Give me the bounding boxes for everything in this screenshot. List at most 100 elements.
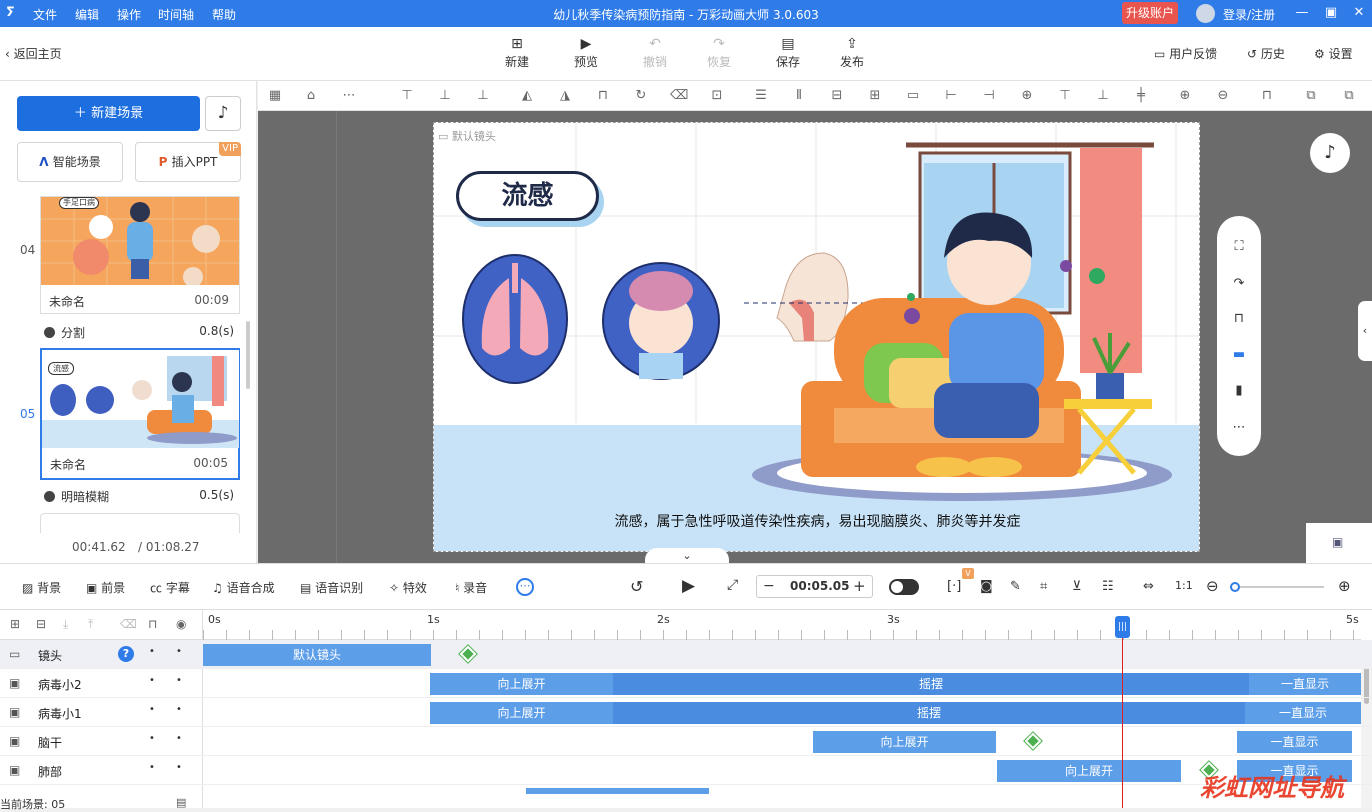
page-title[interactable]: 流感 [456, 171, 599, 221]
save-button[interactable]: ▤ 保存 [766, 35, 810, 70]
background-button[interactable]: ▨ 背景 [22, 579, 61, 596]
lock-icon[interactable]: ⊓ [1230, 310, 1248, 328]
caption-text[interactable]: 流感，属于急性呼吸道传染性疾病，易出现脑膜炎、肺炎等并发症 [434, 511, 1199, 531]
minus-icon[interactable]: − [763, 578, 775, 594]
eye-icon[interactable]: ◉ [176, 617, 186, 631]
distribute-icon[interactable]: ☰ [752, 87, 770, 105]
align-center-icon[interactable]: ⊕ [1018, 87, 1036, 105]
redo-button[interactable]: ↷ 恢复 [697, 35, 741, 70]
timeline-clip[interactable]: 一直显示 [1245, 702, 1361, 724]
zoom-out-icon[interactable]: ⊖ [1214, 87, 1232, 105]
mini-preview[interactable]: ▣ [1306, 523, 1372, 563]
lock-icon[interactable]: ⊓ [594, 87, 612, 105]
settings-sliders-icon[interactable]: ☷ [1102, 579, 1114, 594]
timeline-clip[interactable]: 向上展开 [430, 702, 613, 724]
track-row[interactable]: ▭ 镜头 ? • • 默认镜头 [0, 640, 1372, 669]
effects-button[interactable]: ✧ 特效 [389, 579, 427, 596]
close-icon[interactable]: ✕ [1350, 4, 1368, 22]
music-note-icon[interactable]: ♪ [1310, 133, 1350, 173]
add-folder-icon[interactable]: ⊟ [36, 617, 46, 631]
timeline-clip[interactable]: 默认镜头 [203, 644, 431, 666]
add-layer-icon[interactable]: ⊞ [10, 617, 20, 631]
move-down-icon[interactable]: ⤓ [63, 617, 68, 632]
playhead-handle[interactable]: ||| [1115, 616, 1130, 638]
lock-dot-icon[interactable]: • [149, 646, 155, 657]
crop-icon[interactable]: ⌗ [1040, 579, 1047, 594]
align-middle-icon[interactable]: ⊥ [474, 87, 492, 105]
filter-icon[interactable]: ⊻ [1072, 579, 1082, 594]
visible-dot-icon[interactable]: • [176, 675, 182, 686]
lock-icon[interactable]: ⊓ [148, 617, 157, 631]
music-note-icon[interactable]: ♪ [205, 96, 241, 131]
align-left-icon[interactable]: ⊢ [942, 87, 960, 105]
unlock-icon[interactable]: ⊓ [1258, 87, 1276, 105]
home-icon[interactable]: ⌂ [302, 87, 320, 105]
track-row[interactable]: ▣ 脑干 • • 向上展开 一直显示 [0, 727, 1372, 756]
trash-icon[interactable]: ⌫ [120, 617, 137, 631]
history-button[interactable]: ↺ 历史 [1247, 45, 1285, 62]
canvas-stage[interactable]: ▭ 默认镜头 流感 流感，属于急性呼吸道传染性疾病，易出现脑膜炎、肺炎等并发症 [433, 122, 1200, 552]
publish-button[interactable]: ⇪ 发布 [830, 35, 874, 70]
timeline-clip[interactable]: 摇摆 [613, 702, 1245, 724]
split-icon[interactable]: [·] [947, 579, 961, 594]
align-top-icon[interactable]: ⊤ [398, 87, 416, 105]
expand-icon[interactable]: ⤢ [727, 577, 738, 593]
scene-card[interactable]: 手足口病 未命名 00:09 [40, 196, 240, 314]
timeline-clip[interactable]: 一直显示 [1237, 731, 1352, 753]
more-icon[interactable]: ⋯ [516, 578, 534, 596]
crop-icon[interactable]: ⊡ [708, 87, 726, 105]
record-button[interactable]: ♮ 录音 [455, 579, 487, 596]
avatar[interactable] [1196, 4, 1215, 23]
replay-icon[interactable]: ↺ [630, 577, 643, 596]
scrollbar[interactable] [246, 321, 250, 389]
fit-screen-icon[interactable]: ⛶ [1230, 238, 1248, 256]
align-hcenter-icon[interactable]: ⊤ [1056, 87, 1074, 105]
transition-row[interactable]: 分割 0.8(s) [44, 324, 234, 341]
notes-icon[interactable]: ▤ [176, 796, 186, 809]
visible-dot-icon[interactable]: • [176, 704, 182, 715]
fit-width-icon[interactable]: ⇔ [1143, 579, 1154, 594]
flip-horizontal-icon[interactable]: ◭ [518, 87, 536, 105]
lock-dot-icon[interactable]: • [149, 704, 155, 715]
one-to-one-icon[interactable]: 1:1 [1175, 579, 1193, 592]
lock-dot-icon[interactable]: • [149, 733, 155, 744]
lock-dot-icon[interactable]: • [149, 675, 155, 686]
edit-icon[interactable]: ✎ [1010, 579, 1021, 594]
time-ruler[interactable]: 0s 1s 2s 3s 4s 5s [203, 610, 1361, 640]
group-icon[interactable]: ▭ [904, 87, 922, 105]
new-scene-button[interactable]: ＋ 新建场景 [17, 96, 200, 131]
align-vbottom-icon[interactable]: ⊥ [1094, 87, 1112, 105]
time-stepper[interactable]: − 00:05.05 + [756, 575, 873, 598]
track-row[interactable]: ▣ 肺部 • • 向上展开 一直显示 [0, 756, 1372, 785]
timeline-clip-partial[interactable] [526, 788, 709, 794]
scene-card-selected[interactable]: 流感 未命名 00:05 [40, 348, 240, 480]
collapse-right-icon[interactable]: ‹ [1358, 301, 1372, 361]
trash-icon[interactable]: ⌫ [670, 87, 688, 105]
play-icon[interactable]: ▶ [682, 576, 695, 596]
more-icon[interactable]: ⋯ [340, 87, 358, 105]
move-up-icon[interactable]: ⤒ [88, 617, 93, 632]
layer-up-icon[interactable]: ⊟ [828, 87, 846, 105]
visible-dot-icon[interactable]: • [176, 762, 182, 773]
align-right-icon[interactable]: ⊣ [980, 87, 998, 105]
paste-icon[interactable]: ⧉ [1340, 87, 1358, 105]
tts-button[interactable]: ♫ 语音合成 [212, 579, 275, 596]
timeline-clip[interactable]: 摇摆 [613, 673, 1249, 695]
help-icon[interactable]: ? [118, 646, 134, 662]
time-field[interactable]: 00:05.05 [790, 579, 849, 593]
toggle-switch[interactable] [889, 579, 919, 595]
zoom-in-icon[interactable]: ⊕ [1176, 87, 1194, 105]
timeline-clip[interactable]: 向上展开 [997, 760, 1181, 782]
zoom-out-icon[interactable]: ⊖ [1206, 577, 1219, 595]
flip-vertical-icon[interactable]: ◮ [556, 87, 574, 105]
track-row[interactable]: ▣ 病毒小2 • • 向上展开 摇摆 一直显示 [0, 669, 1372, 698]
minimize-icon[interactable]: — [1293, 4, 1311, 22]
preview-button[interactable]: ▶ 预览 [564, 35, 608, 70]
maximize-icon[interactable]: ▣ [1322, 4, 1340, 22]
timeline-clip[interactable]: 向上展开 [813, 731, 996, 753]
timeline-clip[interactable]: 一直显示 [1249, 673, 1361, 695]
new-button[interactable]: ⊞ 新建 [495, 35, 539, 70]
copy-icon[interactable]: ⧉ [1302, 87, 1320, 105]
align-vcenter-icon[interactable]: ╪ [1132, 87, 1150, 105]
back-home-button[interactable]: ‹ 返回主页 [5, 45, 62, 62]
